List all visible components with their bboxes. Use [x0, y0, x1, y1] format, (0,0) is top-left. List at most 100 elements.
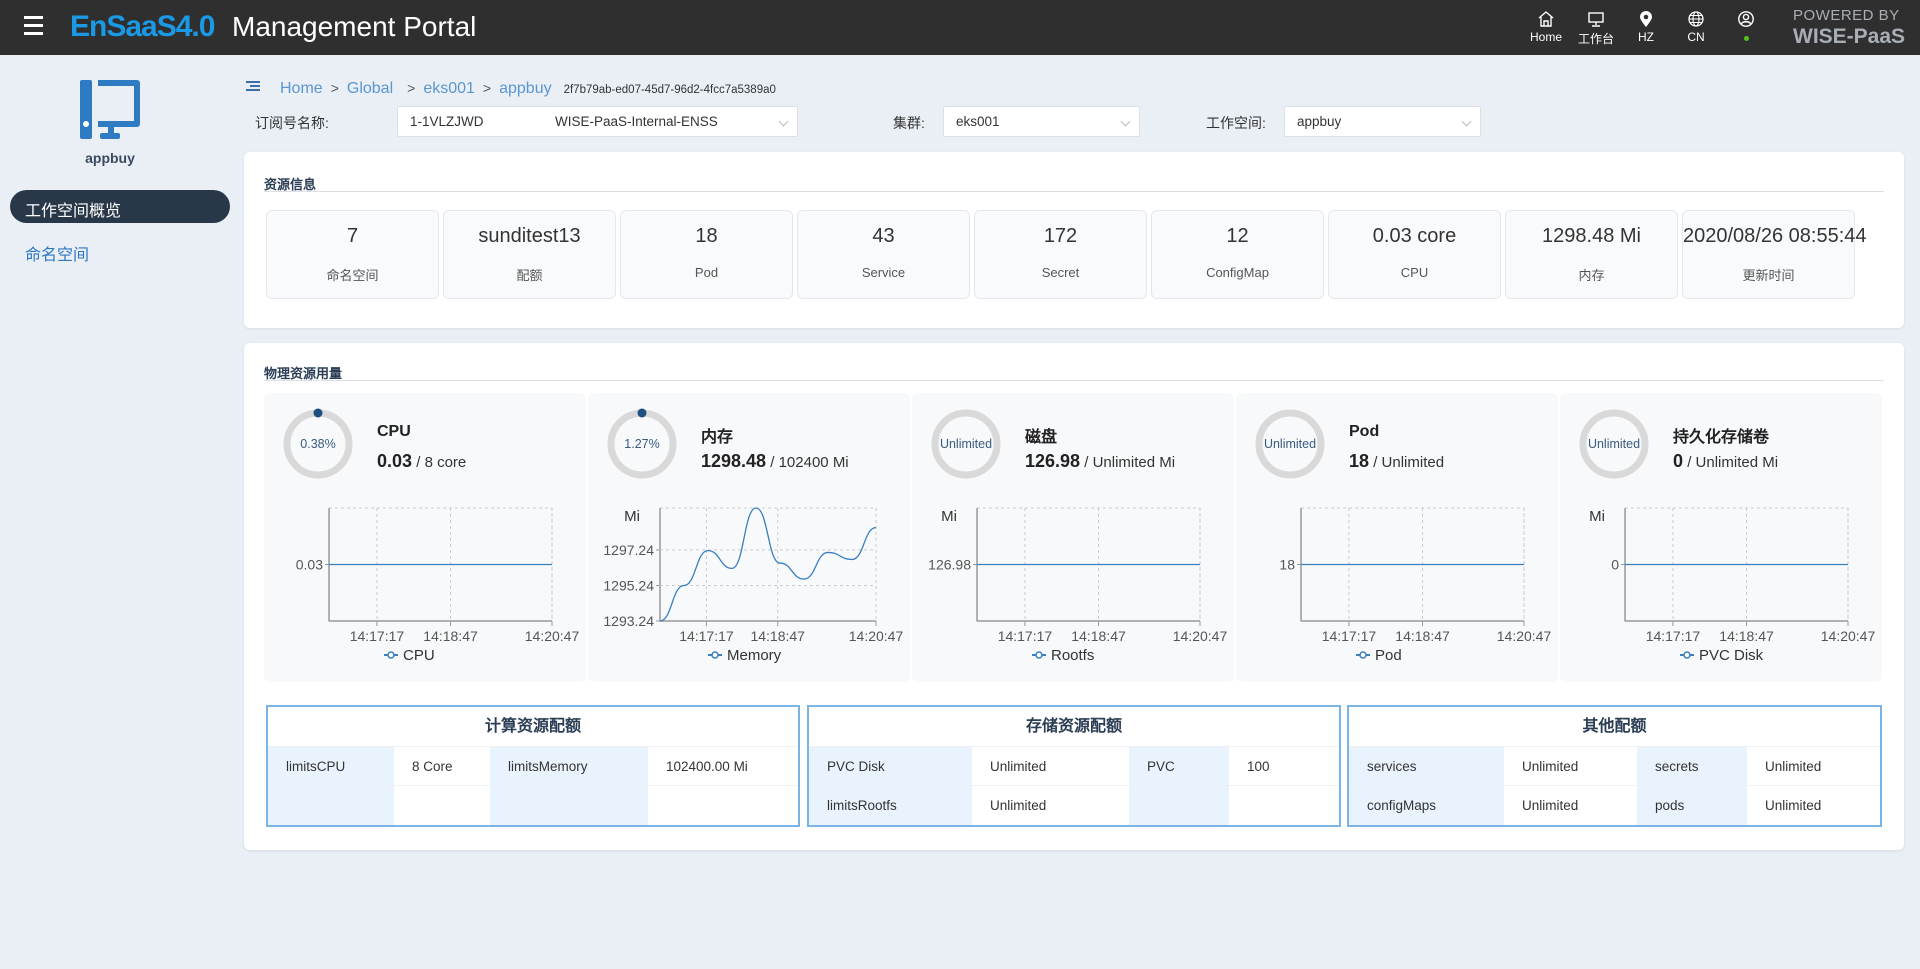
quota-value: 8 Core	[394, 747, 490, 785]
quota-value: 100	[1229, 747, 1339, 785]
usage-panel-pod: Unlimited Pod 18 / Unlimited 18 14:17:17 1…	[1236, 393, 1558, 682]
stat-label: 配额	[516, 268, 543, 283]
workspace-label: 工作空间:	[1206, 115, 1266, 131]
nav-workbench-label: 工作台	[1577, 32, 1614, 46]
nav-language[interactable]: CN	[1674, 10, 1718, 44]
usage-used: 0	[1673, 451, 1684, 471]
chart-x-tick-label: 14:20:47	[1821, 628, 1876, 644]
legend-marker-dot	[1035, 651, 1043, 659]
chart-x-tick-label: 14:17:17	[998, 628, 1053, 644]
subscription-label: 订阅号名称:	[255, 115, 329, 131]
breadcrumb: Home > Global > eks001 > appbuy 2f7b79ab…	[280, 80, 776, 98]
quota-row: limitsRootfs Unlimited	[809, 786, 1339, 825]
breadcrumb-cluster[interactable]: eks001	[423, 80, 475, 98]
nav-region[interactable]: HZ	[1624, 10, 1668, 44]
usage-sep: /	[1084, 454, 1093, 471]
stat-service: 43 Service	[797, 210, 970, 299]
sidebar-item-workspace-overview[interactable]: 工作空间概览	[10, 190, 230, 223]
breadcrumb-home[interactable]: Home	[280, 80, 323, 98]
legend-marker-dot	[387, 651, 395, 659]
chart-y-unit: Mi	[624, 508, 640, 525]
stat-updated-time: 2020/08/26 08:55:44 更新时间	[1682, 210, 1867, 299]
monitor-icon	[1588, 12, 1604, 27]
breadcrumb-separator: >	[482, 80, 492, 96]
chart-x-tick-label: 14:18:47	[423, 628, 478, 644]
cluster-label: 集群:	[893, 115, 925, 131]
nav-home[interactable]: Home	[1524, 10, 1568, 44]
quota-key: PVC	[1129, 747, 1229, 785]
stat-label: Pod	[694, 265, 719, 280]
powered-by-text: POWERED BY	[1793, 7, 1900, 24]
nav-workbench[interactable]: 工作台	[1574, 10, 1618, 47]
chart-grid-frame	[659, 507, 877, 622]
quota-value: Unlimited	[972, 786, 1129, 825]
legend-marker-dot	[711, 651, 719, 659]
usage-total: 102400 Mi	[778, 454, 849, 471]
subscription-id: 1-1VLZJWD	[410, 114, 484, 129]
app-title: Management Portal	[232, 11, 477, 42]
usage-title: 内存	[701, 429, 734, 446]
usage-chart-memory: 1293.24 1295.24 1297.24 Mi 14:17:17 14:18:47 1…	[603, 507, 903, 664]
divider	[264, 380, 1884, 381]
quota-value	[648, 786, 798, 825]
stat-cpu: 0.03 core CPU	[1328, 210, 1501, 299]
quota-key: pods	[1637, 786, 1747, 825]
physical-usage-card: 物理资源用量 0.38% CPU 0.03 / 8 core 0.03 14:17…	[244, 343, 1904, 850]
chart-y-tick-label: 1297.24	[603, 542, 654, 558]
sidebar-item-namespaces[interactable]: 命名空间	[25, 241, 89, 265]
cluster-select[interactable]: eks001	[943, 106, 1140, 137]
usage-total: Unlimited Mi	[1092, 454, 1176, 471]
usage-sep: /	[1687, 454, 1696, 471]
usage-panel-cpu: 0.38% CPU 0.03 / 8 core 0.03 14:17:17 14:1…	[264, 393, 586, 682]
nav-language-label: CN	[1687, 30, 1705, 44]
breadcrumb-global[interactable]: Global	[347, 80, 393, 98]
stat-value: sunditest13	[478, 225, 581, 247]
breadcrumb-workspace[interactable]: appbuy	[499, 80, 552, 98]
usage-total: Unlimited	[1381, 454, 1445, 471]
chart-x-tick-label: 14:17:17	[1646, 628, 1701, 644]
quota-value: Unlimited	[972, 747, 1129, 785]
usage-used: 126.98	[1025, 451, 1081, 471]
usage-used: 0.03	[377, 451, 413, 471]
collapse-menu-icon[interactable]	[246, 81, 260, 93]
sidebar: appbuy 工作空间概览 命名空间	[0, 55, 240, 969]
usage-title: Pod	[1349, 423, 1380, 440]
stat-value: 7	[346, 225, 359, 247]
stat-value: 172	[1043, 225, 1078, 247]
usage-panel-disk: Unlimited 磁盘 126.98 / Unlimited Mi 126.9…	[912, 393, 1234, 682]
legend-label: Rootfs	[1051, 647, 1094, 664]
stat-memory: 1298.48 Mi 内存	[1505, 210, 1678, 299]
location-icon	[1640, 11, 1652, 27]
legend-label: Pod	[1375, 647, 1402, 664]
chart-y-tick-label: 18	[1279, 557, 1295, 573]
chart-x-tick-label: 14:18:47	[1719, 628, 1774, 644]
stat-label: CPU	[1400, 265, 1429, 280]
chevron-down-icon	[778, 116, 789, 127]
hamburger-icon[interactable]	[24, 16, 46, 38]
stat-label: 命名空间	[326, 268, 379, 283]
usage-panel-memory: 1.27% 内存 1298.48 / 102400 Mi 1293.24 1295…	[588, 393, 910, 682]
chart-x-tick-label: 14:20:47	[525, 628, 580, 644]
nav-region-label: HZ	[1638, 30, 1654, 44]
breadcrumb-separator: >	[407, 80, 416, 96]
nav-user[interactable]	[1724, 10, 1768, 41]
usage-title: CPU	[377, 423, 411, 440]
quota-title: 计算资源配额	[268, 707, 798, 747]
quota-title: 存储资源配额	[809, 707, 1339, 747]
quota-row: configMaps Unlimited pods Unlimited	[1349, 786, 1880, 825]
usage-used: 1298.48	[701, 451, 767, 471]
quota-value: Unlimited	[1747, 786, 1880, 825]
usage-value: 1298.48 / 102400 Mi	[701, 451, 849, 472]
subscription-select[interactable]: 1-1VLZJWD WISE-PaaS-Internal-ENSS	[397, 106, 798, 137]
cluster-value: eks001	[956, 114, 1000, 129]
usage-chart-disk: 126.98 Mi 14:17:17 14:18:47 14:20:47 Rootfs	[928, 507, 1227, 664]
chart-x-tick-label: 14:18:47	[1395, 628, 1450, 644]
stat-quota: sunditest13 配额	[443, 210, 616, 299]
workspace-name: appbuy	[85, 150, 135, 166]
usage-panel-pvc: Unlimited 持久化存储卷 0 / Unlimited Mi 0 Mi 14:…	[1560, 393, 1882, 682]
legend-label: Memory	[727, 647, 782, 664]
legend-marker-dot	[1683, 651, 1691, 659]
brand-logo[interactable]: EnSaaS4.0	[70, 10, 215, 44]
workspace-select[interactable]: appbuy	[1284, 106, 1481, 137]
usage-value: 0 / Unlimited Mi	[1673, 451, 1778, 472]
